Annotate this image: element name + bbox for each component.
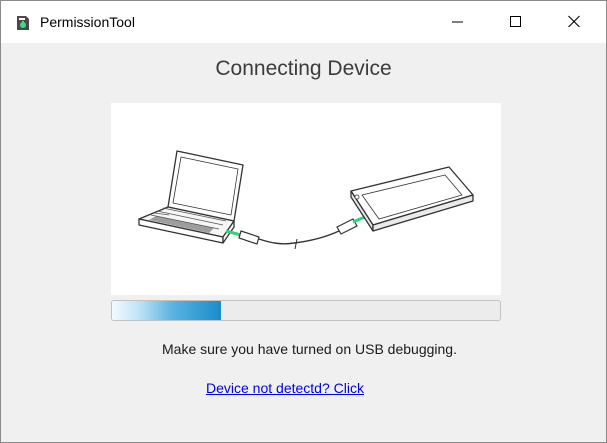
- maximize-icon: [510, 16, 521, 27]
- close-button[interactable]: [546, 1, 604, 43]
- smartphone-icon: [350, 166, 474, 232]
- laptop-icon: [138, 150, 244, 244]
- connection-progress-bar: [111, 300, 501, 321]
- progress-fill: [112, 301, 221, 320]
- usb-debugging-message: Make sure you have turned on USB debuggi…: [162, 341, 457, 357]
- page-title: Connecting Device: [215, 57, 392, 80]
- connection-illustration: [111, 103, 501, 295]
- minimize-button[interactable]: [430, 1, 488, 43]
- title-bar[interactable]: PermissionTool: [1, 1, 606, 43]
- maximize-button[interactable]: [488, 1, 546, 43]
- device-not-detected-link[interactable]: Device not detectd? Click: [206, 380, 364, 396]
- app-icon: [16, 15, 30, 31]
- usb-cable-icon: [225, 214, 368, 250]
- app-window: PermissionTool Connecting Device Make su…: [0, 0, 607, 443]
- window-title: PermissionTool: [40, 14, 135, 30]
- minimize-icon: [452, 21, 463, 23]
- close-icon: [568, 15, 580, 27]
